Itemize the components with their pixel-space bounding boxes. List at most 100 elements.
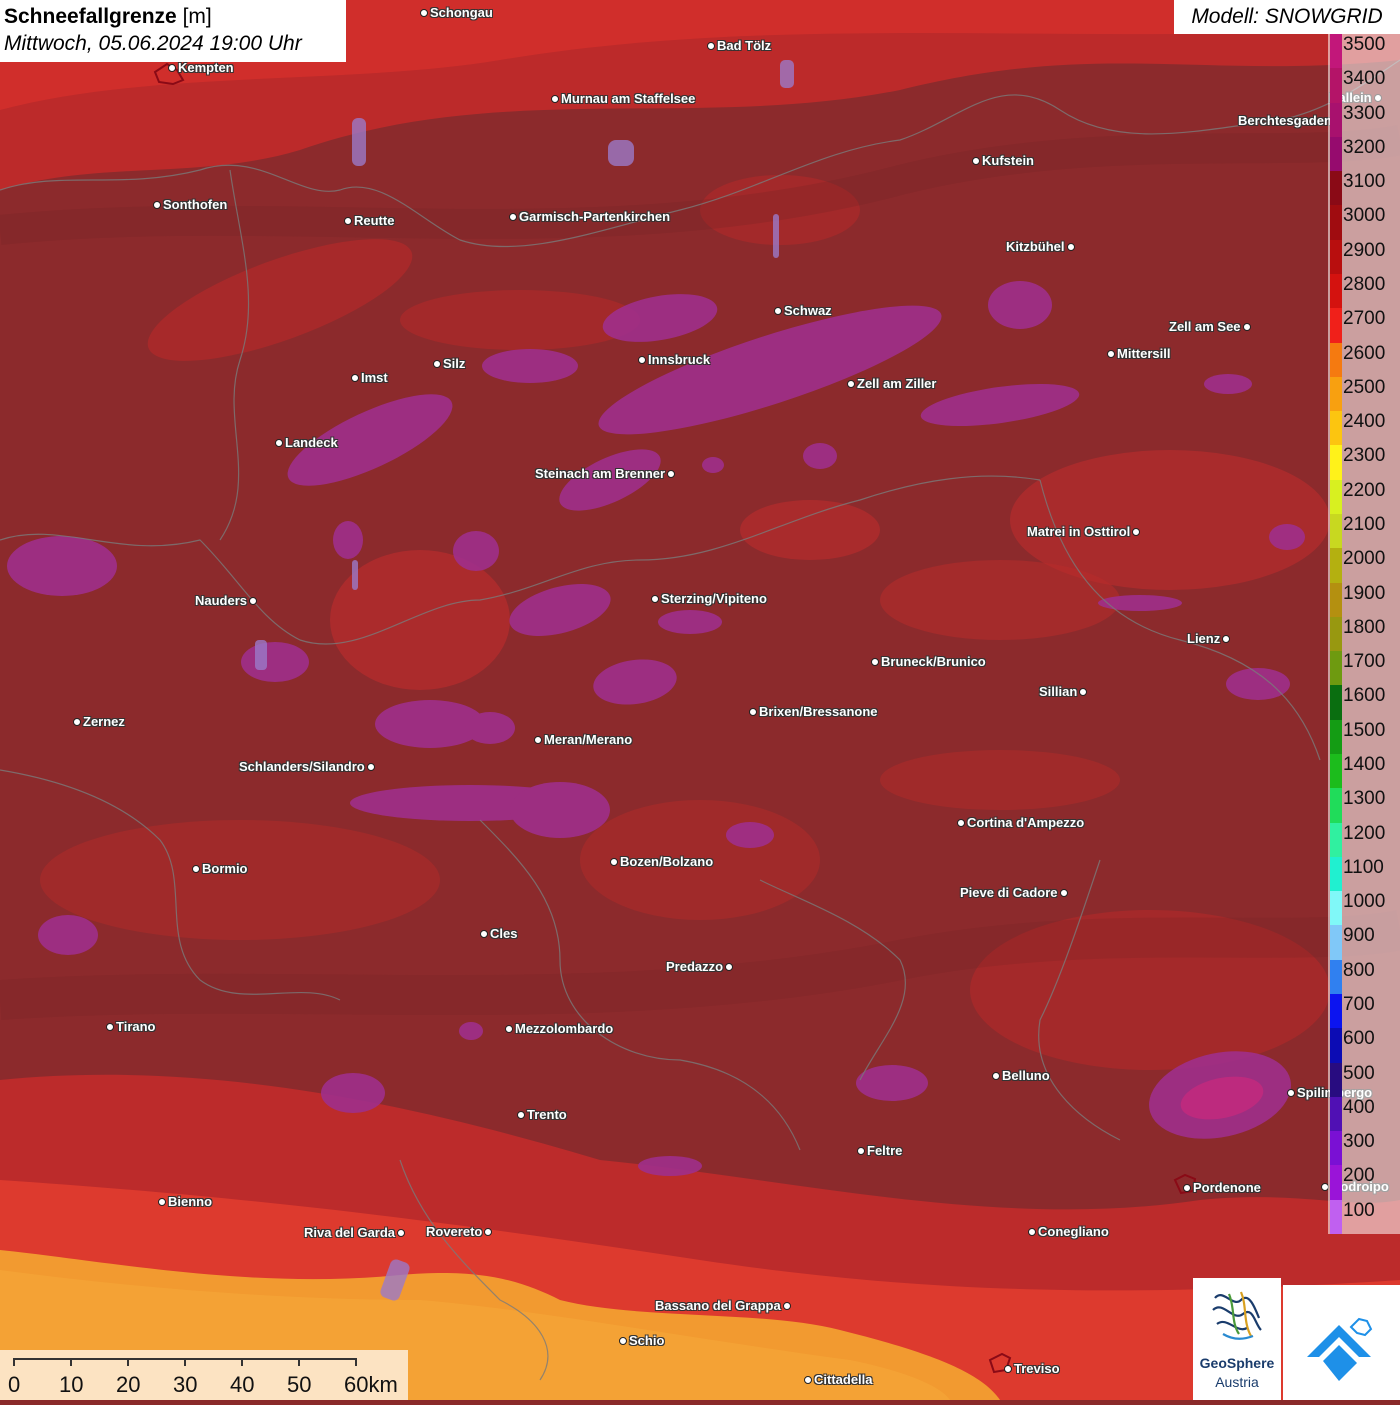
city-marker: Schongau bbox=[420, 5, 495, 20]
legend-swatch bbox=[1330, 342, 1342, 377]
snowflake-app-logo[interactable] bbox=[1283, 1285, 1400, 1400]
city-label: Garmisch-Partenkirchen bbox=[519, 209, 671, 224]
legend-entry: 3400 bbox=[1328, 68, 1400, 103]
city-dot-icon bbox=[153, 200, 161, 209]
city-dot-icon bbox=[1132, 527, 1141, 536]
city-label: Cittadella bbox=[814, 1372, 873, 1387]
legend-swatch bbox=[1330, 788, 1342, 823]
scale-tick bbox=[355, 1358, 357, 1366]
legend-swatch bbox=[1330, 891, 1342, 926]
legend-swatch bbox=[1330, 616, 1342, 652]
city-dot-icon bbox=[484, 1227, 493, 1236]
city-marker: Schio bbox=[619, 1333, 666, 1348]
legend-swatch bbox=[1330, 68, 1342, 103]
city-label: Zell am See bbox=[1169, 319, 1241, 334]
city-dot-icon bbox=[1079, 687, 1088, 696]
city-label: Bormio bbox=[202, 861, 248, 876]
legend-label: 1300 bbox=[1343, 788, 1386, 810]
city-label: Sterzing/Vipiteno bbox=[661, 591, 767, 606]
geosphere-austria-logo[interactable]: GeoSphere Austria bbox=[1193, 1278, 1281, 1400]
city-marker: Trento bbox=[517, 1107, 569, 1122]
city-label: Kempten bbox=[178, 60, 234, 75]
scale-label: 10 bbox=[59, 1372, 84, 1397]
city-dot-icon bbox=[707, 41, 715, 50]
model-label: Modell: SNOWGRID bbox=[1174, 0, 1400, 34]
scale-tick bbox=[241, 1358, 243, 1366]
city-label: Meran/Merano bbox=[544, 732, 633, 747]
city-dot-icon bbox=[1222, 634, 1231, 643]
city-dot-icon bbox=[158, 1197, 166, 1206]
legend-label: 1700 bbox=[1343, 651, 1386, 673]
legend-entry: 400 bbox=[1328, 1096, 1400, 1132]
city-marker: Tirano bbox=[106, 1019, 158, 1034]
city-marker: Zernez bbox=[73, 714, 127, 729]
legend-label: 1900 bbox=[1343, 582, 1386, 604]
city-dot-icon bbox=[275, 438, 283, 447]
city-label: Mezzolombardo bbox=[515, 1021, 614, 1036]
legend-label: 2900 bbox=[1343, 239, 1386, 261]
city-label: Cles bbox=[490, 926, 518, 941]
city-dot-icon bbox=[509, 212, 517, 221]
city-dot-icon bbox=[344, 216, 352, 225]
legend-entry: 900 bbox=[1328, 925, 1400, 960]
city-marker: Matrei in Osttirol bbox=[1025, 524, 1141, 539]
legend-swatch bbox=[1330, 1199, 1342, 1234]
city-dot-icon bbox=[106, 1022, 114, 1031]
geosphere-emblem-icon bbox=[1212, 1291, 1262, 1340]
legend-entry: 2100 bbox=[1328, 514, 1400, 549]
legend-label: 3500 bbox=[1343, 34, 1386, 55]
legend-swatch bbox=[1330, 205, 1342, 240]
city-dot-icon bbox=[972, 156, 980, 165]
city-marker: Bassano del Grappa bbox=[653, 1298, 791, 1313]
city-marker: Belluno bbox=[992, 1068, 1052, 1083]
legend-swatch bbox=[1330, 925, 1342, 960]
city-marker: Pieve di Cadore bbox=[958, 885, 1068, 900]
color-legend: 3500 3400 3300 3200 3100 3000 2900 2800 2700 2600… bbox=[1328, 34, 1400, 1234]
legend-entry: 200 bbox=[1328, 1165, 1400, 1200]
legend-entry: 700 bbox=[1328, 994, 1400, 1029]
city-label: Imst bbox=[361, 370, 388, 385]
city-dot-icon bbox=[168, 63, 176, 72]
legend-swatch bbox=[1330, 274, 1342, 309]
city-label: Pordenone bbox=[1193, 1180, 1261, 1195]
city-label: Trento bbox=[527, 1107, 567, 1122]
city-label: Kufstein bbox=[982, 153, 1034, 168]
legend-label: 700 bbox=[1343, 994, 1375, 1015]
legend-label: 2400 bbox=[1343, 411, 1386, 433]
city-label: Mittersill bbox=[1117, 346, 1171, 361]
legend-swatch bbox=[1330, 582, 1342, 617]
legend-entry: 2600 bbox=[1328, 342, 1400, 377]
city-dot-icon bbox=[667, 469, 676, 478]
legend-label: 1100 bbox=[1343, 856, 1384, 878]
legend-swatch bbox=[1330, 1028, 1342, 1063]
city-dot-icon bbox=[366, 762, 375, 771]
legend-label: 3200 bbox=[1343, 136, 1386, 158]
legend-label: 3100 bbox=[1343, 171, 1386, 193]
legend-entry: 2700 bbox=[1328, 308, 1400, 343]
city-marker: Cortina d'Ampezzo bbox=[957, 815, 1086, 830]
city-marker: Sterzing/Vipiteno bbox=[651, 591, 769, 606]
city-marker: Lienz bbox=[1185, 631, 1231, 646]
city-label: Silz bbox=[443, 356, 466, 371]
city-dot-icon bbox=[1059, 888, 1068, 897]
scale-label: 60km bbox=[344, 1372, 398, 1397]
legend-entry: 2400 bbox=[1328, 411, 1400, 446]
city-marker: Kufstein bbox=[972, 153, 1036, 168]
legend-label: 2100 bbox=[1343, 514, 1386, 535]
legend-label: 1400 bbox=[1343, 754, 1386, 775]
city-marker: Bienno bbox=[158, 1194, 214, 1209]
city-marker: Riva del Garda bbox=[302, 1225, 406, 1240]
legend-label: 300 bbox=[1343, 1131, 1375, 1153]
legend-entry: 3200 bbox=[1328, 136, 1400, 172]
city-dot-icon bbox=[871, 657, 879, 666]
legend-entry: 1400 bbox=[1328, 754, 1400, 789]
city-dot-icon bbox=[1287, 1088, 1295, 1097]
city-label: Bruneck/Brunico bbox=[881, 654, 986, 669]
city-label: Zell am Ziller bbox=[857, 376, 937, 391]
city-dot-icon bbox=[351, 373, 359, 382]
title-main: Schneefallgrenze bbox=[4, 5, 177, 28]
city-dot-icon bbox=[774, 306, 782, 315]
legend-label: 2500 bbox=[1343, 376, 1386, 398]
city-marker: Bruneck/Brunico bbox=[871, 654, 988, 669]
legend-swatch bbox=[1330, 651, 1342, 686]
